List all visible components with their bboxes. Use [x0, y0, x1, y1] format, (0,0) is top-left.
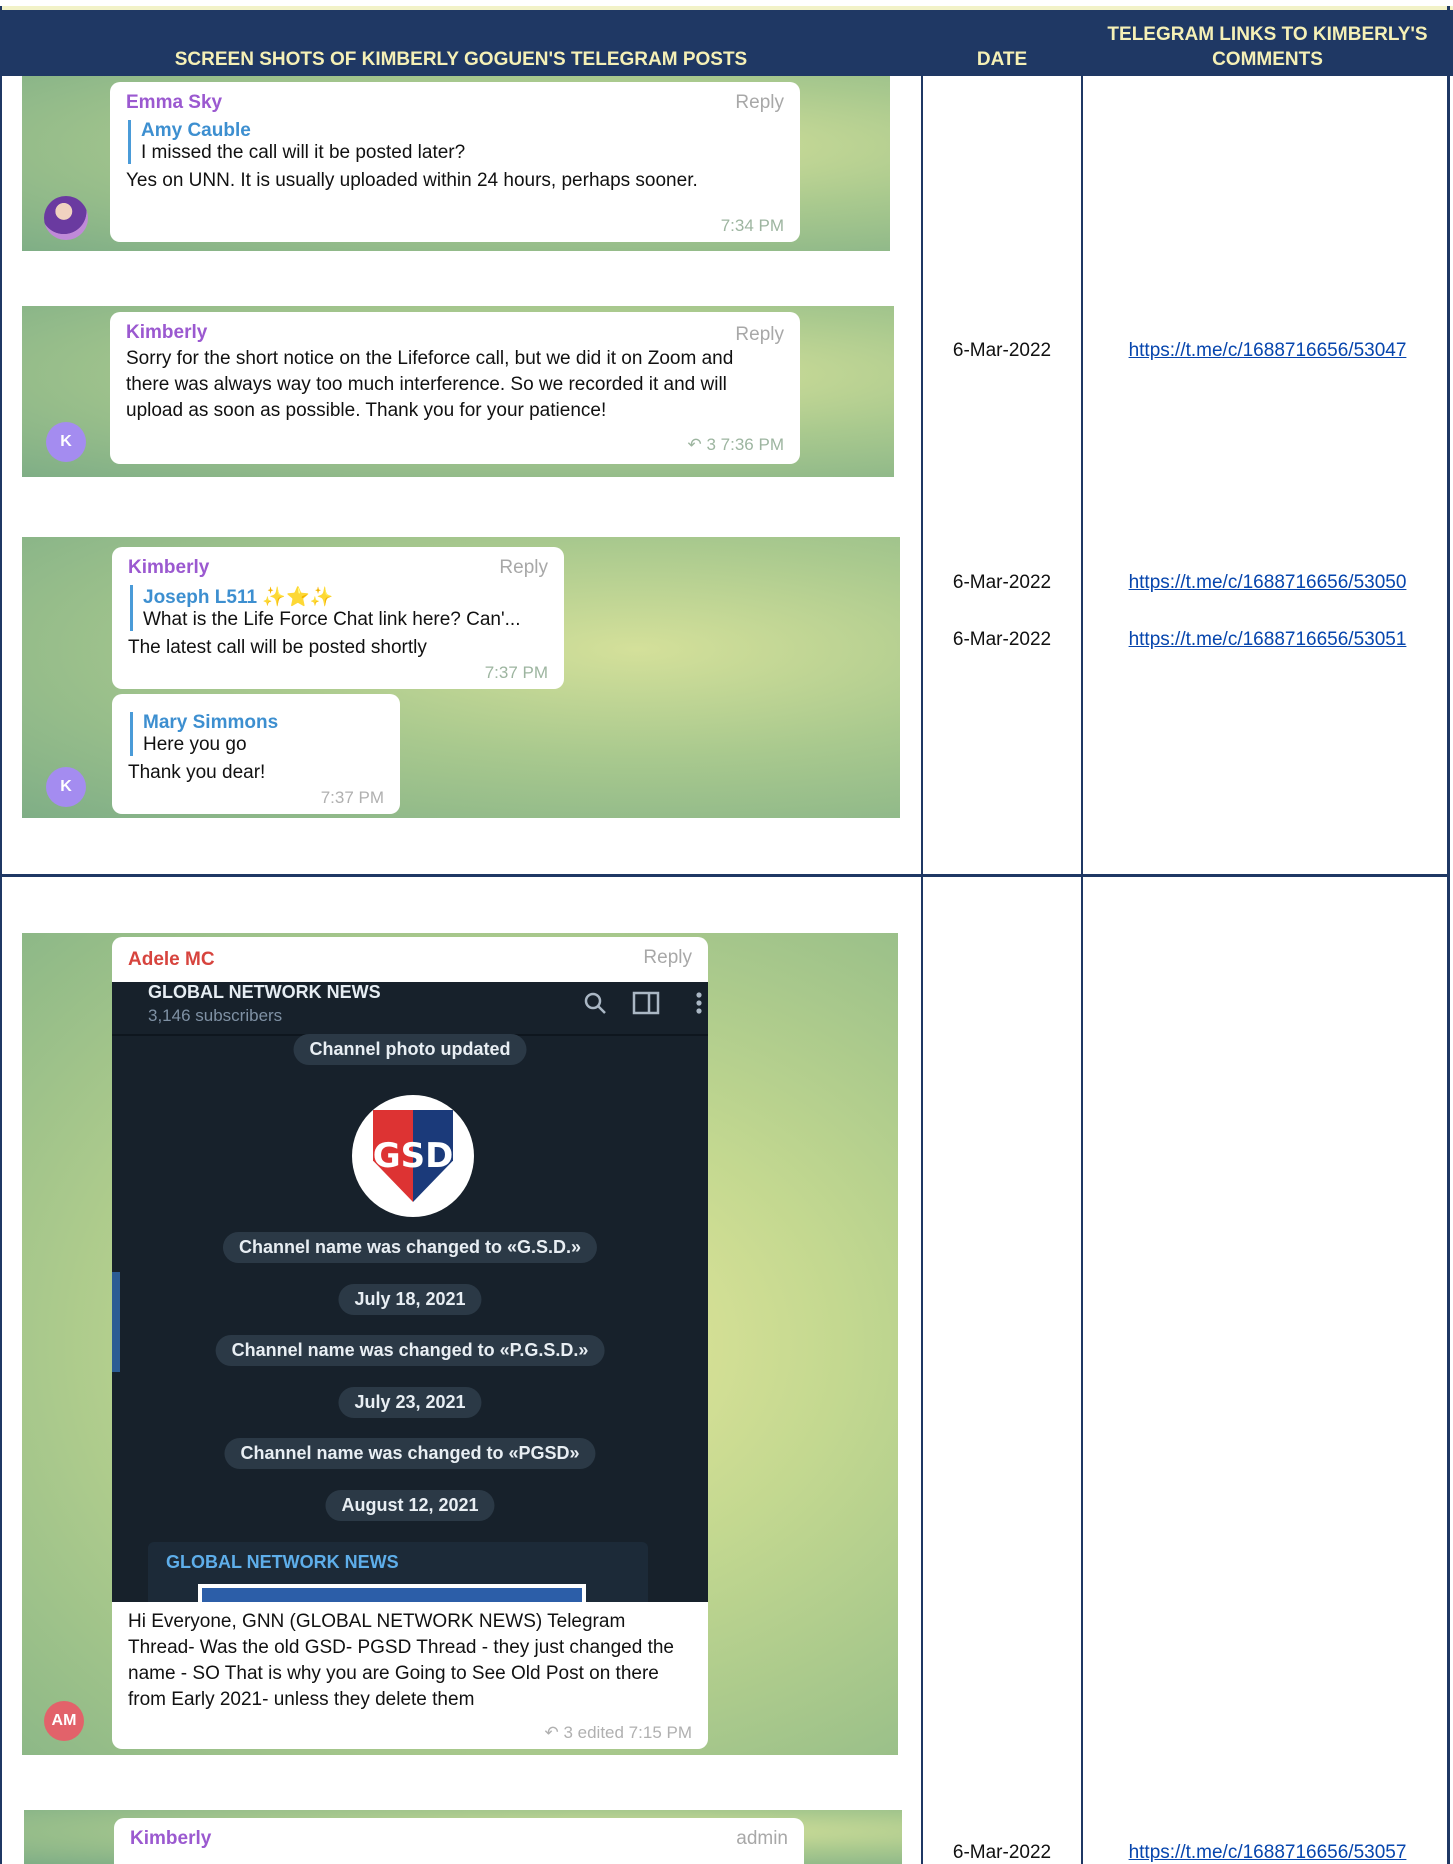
- gsd-shield: GSD: [373, 1110, 453, 1202]
- date-separator: August 12, 2021: [325, 1490, 495, 1521]
- message-meta: ↶ 3 edited 7:15 PM: [544, 1723, 693, 1742]
- reply-button[interactable]: Reply: [735, 322, 784, 348]
- document-page: SCREEN SHOTS OF KIMBERLY GOGUEN'S TELEGR…: [0, 0, 1453, 1864]
- avatar-emma-sky: [44, 196, 88, 240]
- screenshot-kimberly-lifeforce: K Kimberly Reply Sorry for the short not…: [22, 306, 894, 477]
- message-time-2: 7:37 PM: [320, 788, 384, 807]
- quote-author: Amy Cauble: [141, 120, 251, 141]
- message-time: 7:34 PM: [720, 216, 784, 235]
- table-border-right: [1447, 6, 1450, 1864]
- message-meta: ↶ 3 7:36 PM: [687, 435, 784, 454]
- message-text: The latest call will be posted shortly: [128, 637, 427, 658]
- date-cell: 6-Mar-2022: [952, 1842, 1052, 1863]
- more-options-icon: [696, 992, 702, 1014]
- quoted-message: Amy Cauble I missed the call will it be …: [128, 120, 784, 164]
- sender-name: Adele MC: [128, 949, 215, 970]
- avatar-kimberly: K: [46, 422, 86, 462]
- row-divider: [0, 874, 1450, 877]
- forwarded-post-image: [198, 1584, 586, 1602]
- message-text: Sorry for the short notice on the Lifefo…: [126, 348, 734, 421]
- header-links: TELEGRAM LINKS TO KIMBERLY'S COMMENTS: [1107, 24, 1428, 70]
- date-separator: July 23, 2021: [338, 1387, 482, 1418]
- quote-author-2: Mary Simmons: [143, 712, 279, 733]
- table-border-left: [0, 6, 2, 1864]
- screenshot-emma-sky: Emma Sky Reply Amy Cauble I missed the c…: [22, 76, 890, 251]
- date-separator: July 18, 2021: [338, 1284, 482, 1315]
- screenshot-kimberly-latest-call: Kimberly Reply Joseph L511 ✨⭐✨ What is t…: [22, 537, 900, 818]
- header-date: DATE: [976, 49, 1028, 70]
- message-bubble: Kimberly admin: [114, 1818, 804, 1864]
- quote-text-2: Here you go: [143, 734, 247, 755]
- quoted-message-2: Mary Simmons Here you go: [130, 712, 384, 756]
- table-header: SCREEN SHOTS OF KIMBERLY GOGUEN'S TELEGR…: [0, 6, 1453, 76]
- channel-subscribers: 3,146 subscribers: [148, 1006, 283, 1025]
- service-message: Channel name was changed to «P.G.S.D.»: [215, 1335, 605, 1366]
- reply-button[interactable]: Reply: [643, 947, 692, 969]
- message-bubble: Kimberly Reply Joseph L511 ✨⭐✨ What is t…: [112, 547, 564, 689]
- search-icon: [584, 992, 606, 1014]
- sender-name: Kimberly: [126, 322, 208, 343]
- date-cell: 6-Mar-2022: [952, 629, 1052, 650]
- scroll-indicator: [112, 1272, 120, 1372]
- service-message: Channel name was changed to «PGSD»: [224, 1438, 596, 1469]
- quoted-message: Joseph L511 ✨⭐✨ What is the Life Force C…: [130, 585, 548, 631]
- header-screenshots: SCREEN SHOTS OF KIMBERLY GOGUEN'S TELEGR…: [174, 49, 748, 70]
- date-cell: 6-Mar-2022: [952, 340, 1052, 361]
- avatar-adele: AM: [44, 1701, 84, 1741]
- message-text: Yes on UNN. It is usually uploaded withi…: [126, 170, 698, 191]
- sender-name: Kimberly: [130, 1828, 212, 1849]
- quote-text: I missed the call will it be posted late…: [141, 142, 466, 163]
- avatar-kimberly: K: [46, 767, 86, 807]
- gsd-logo: GSD: [352, 1095, 474, 1217]
- message-bubble-2: Mary Simmons Here you go Thank you dear!…: [112, 694, 400, 814]
- telegram-link[interactable]: https://t.me/c/1688716656/53057: [1082, 1842, 1453, 1864]
- embedded-channel-screenshot: GLOBAL NETWORK NEWS 3,146 subscribers Ch…: [112, 982, 708, 1602]
- telegram-link[interactable]: https://t.me/c/1688716656/53050: [1082, 572, 1453, 594]
- sidebar-toggle-icon: [632, 991, 660, 1015]
- reply-button[interactable]: Reply: [735, 92, 784, 114]
- screenshot-kimberly-admin: Kimberly admin: [24, 1810, 902, 1864]
- quote-text: What is the Life Force Chat link here? C…: [143, 609, 521, 630]
- screenshot-adele-gnn: Adele MC Reply GLOBAL NETWORK NEWS 3,146…: [22, 933, 898, 1755]
- forwarded-post-title: GLOBAL NETWORK NEWS: [166, 1552, 399, 1572]
- service-message: Channel photo updated: [293, 1034, 527, 1065]
- admin-badge: admin: [736, 1828, 788, 1849]
- message-text-2: Thank you dear!: [128, 762, 266, 783]
- sender-name: Emma Sky: [126, 92, 223, 113]
- message-bubble: Kimberly Reply Sorry for the short notic…: [110, 312, 800, 464]
- forwarded-post: GLOBAL NETWORK NEWS: [148, 1542, 648, 1602]
- message-text: Hi Everyone, GNN (GLOBAL NETWORK NEWS) T…: [128, 1611, 674, 1710]
- message-time: 7:37 PM: [484, 663, 548, 682]
- telegram-link[interactable]: https://t.me/c/1688716656/53051: [1082, 629, 1453, 651]
- reply-button[interactable]: Reply: [499, 557, 548, 579]
- channel-title: GLOBAL NETWORK NEWS: [148, 982, 381, 1002]
- telegram-link[interactable]: https://t.me/c/1688716656/53047: [1082, 340, 1453, 362]
- message-bubble: Adele MC Reply GLOBAL NETWORK NEWS 3,146…: [112, 937, 708, 1749]
- date-cell: 6-Mar-2022: [952, 572, 1052, 593]
- service-message: Channel name was changed to «G.S.D.»: [222, 1232, 598, 1263]
- message-bubble: Emma Sky Reply Amy Cauble I missed the c…: [110, 82, 800, 242]
- quote-author: Joseph L511 ✨⭐✨: [143, 587, 334, 608]
- sender-name: Kimberly: [128, 557, 210, 578]
